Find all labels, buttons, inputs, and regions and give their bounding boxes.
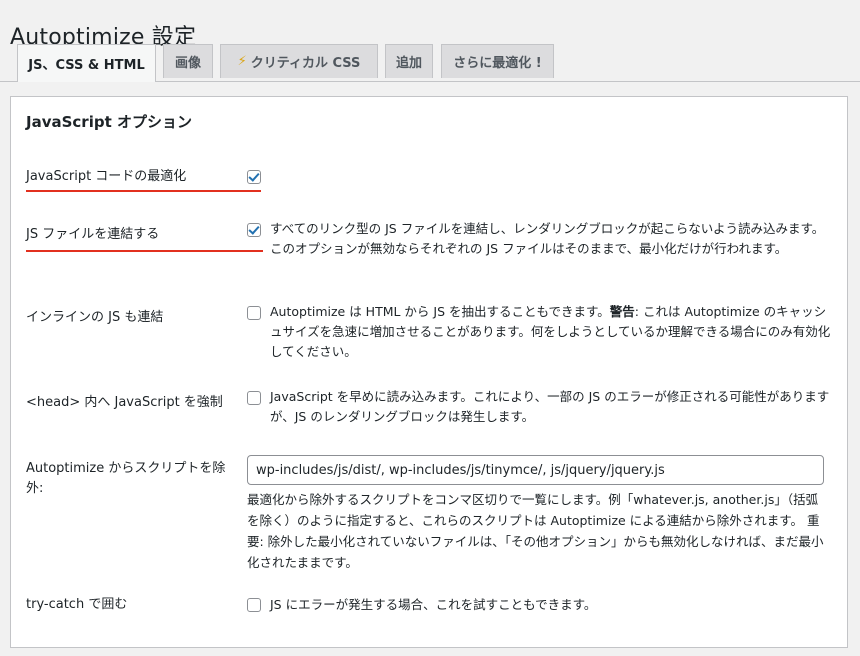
option-description: JavaScript を早めに読み込みます。これにより、一部の JS のエラーが… xyxy=(270,389,830,424)
option-label: Autoptimize からスクリプトを除外: xyxy=(26,461,226,496)
tab-optimize-more[interactable]: さらに最適化 ! xyxy=(441,44,554,78)
option-label: JavaScript コードの最適化 xyxy=(26,169,187,184)
force-head-checkbox[interactable] xyxy=(247,391,261,405)
option-label: JS ファイルを連結する xyxy=(26,227,160,242)
option-description: Autoptimize は HTML から JS を抽出することもできます。警告… xyxy=(270,302,835,362)
lightning-icon: ⚡ xyxy=(237,54,247,69)
highlight-underline xyxy=(26,250,263,252)
tab-critical-css[interactable]: ⚡ クリティカル CSS xyxy=(220,44,378,78)
exclude-scripts-input[interactable] xyxy=(247,455,824,485)
tab-js-css-html[interactable]: JS、CSS & HTML xyxy=(17,44,156,82)
tab-label: 画像 xyxy=(174,56,201,71)
tab-images[interactable]: 画像 xyxy=(163,44,213,78)
try-catch-checkbox[interactable] xyxy=(247,598,261,612)
inline-js-checkbox[interactable] xyxy=(247,306,261,320)
option-label: try-catch で囲む xyxy=(26,597,128,612)
tab-label: 追加 xyxy=(395,56,422,71)
settings-tabs: JS、CSS & HTML 画像 ⚡ クリティカル CSS 追加 さらに最適化 … xyxy=(0,44,860,82)
tab-label: さらに最適化 ! xyxy=(453,56,542,71)
section-title: JavaScript オプション xyxy=(26,113,192,131)
tab-label: JS、CSS & HTML xyxy=(28,58,145,73)
exclude-scripts-help: 最適化から除外するスクリプトをコンマ区切りで一覧にします。例「whatever.… xyxy=(247,492,824,570)
tab-label: クリティカル CSS xyxy=(250,56,361,71)
warning-label: 警告 xyxy=(609,304,635,319)
description-text: Autoptimize は HTML から JS を抽出することもできます。 xyxy=(270,304,610,319)
js-options-panel: JavaScript オプション JavaScript コードの最適化 JS フ… xyxy=(10,96,848,648)
tab-extra[interactable]: 追加 xyxy=(385,44,433,78)
highlight-underline xyxy=(26,190,261,192)
option-description: JS にエラーが発生する場合、これを試すこともできます。 xyxy=(270,597,597,612)
optimize-js-checkbox[interactable] xyxy=(247,170,261,184)
option-label: インラインの JS も連結 xyxy=(26,310,164,325)
option-description: すべてのリンク型の JS ファイルを連結し、レンダリングブロックが起こらないよう… xyxy=(270,221,825,256)
option-label: <head> 内へ JavaScript を強制 xyxy=(26,395,223,410)
aggregate-js-checkbox[interactable] xyxy=(247,223,261,237)
